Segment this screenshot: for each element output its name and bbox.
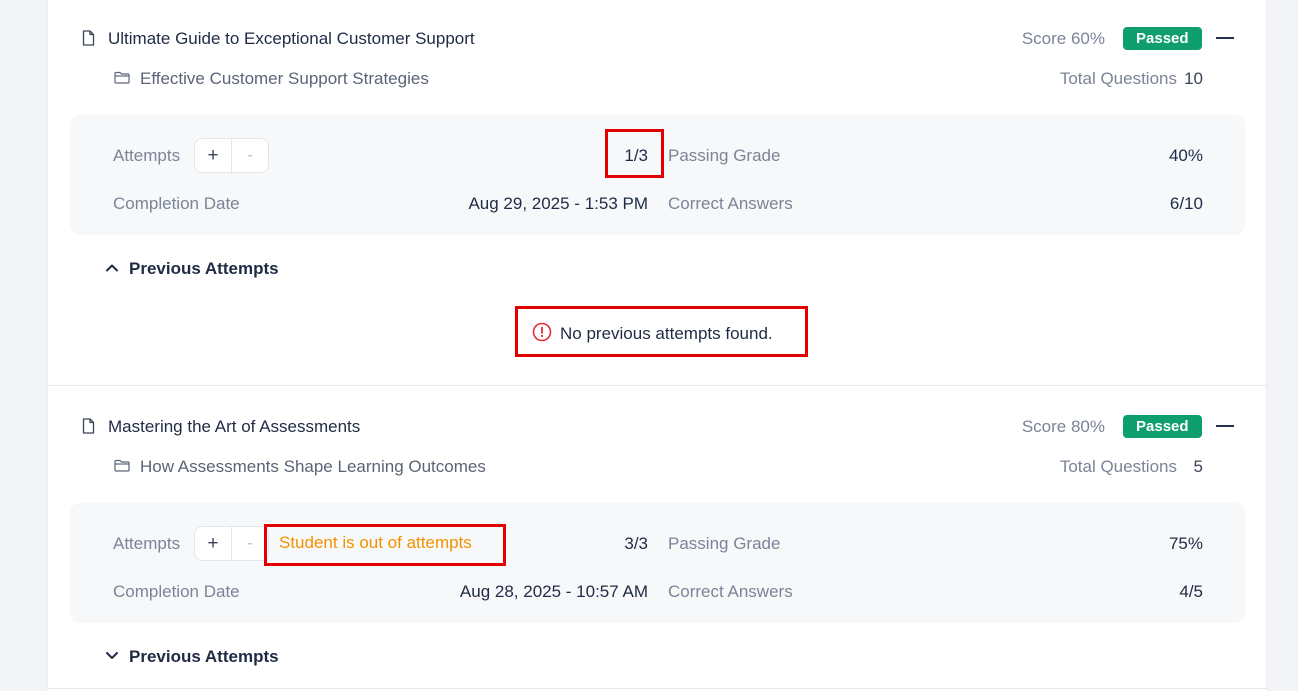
chevron-up-icon <box>106 264 118 272</box>
correct-answers-value: 6/10 <box>1169 194 1203 213</box>
attempts-stepper: + - <box>194 526 269 561</box>
attempts-label: Attempts <box>113 534 181 553</box>
increase-attempts-button[interactable]: + <box>195 527 232 560</box>
attempts-label: Attempts <box>113 146 181 165</box>
quiz-card: Ultimate Guide to Exceptional Customer S… <box>48 0 1268 386</box>
out-of-attempts-warning: Student is out of attempts <box>279 533 472 552</box>
completion-date-value: Aug 29, 2025 - 1:53 PM <box>468 194 648 213</box>
minus-icon[interactable] <box>1216 425 1234 427</box>
quiz-stats: Attempts + - 1/3 Passing Grade 40% Compl… <box>70 115 1245 235</box>
status-badge: Passed <box>1123 27 1202 50</box>
completion-date-label: Completion Date <box>113 194 240 213</box>
decrease-attempts-button[interactable]: - <box>232 139 268 172</box>
lesson-name: How Assessments Shape Learning Outcomes <box>140 457 486 476</box>
total-questions-value: 5 <box>1193 457 1203 476</box>
correct-answers-value: 4/5 <box>1179 582 1203 601</box>
increase-attempts-button[interactable]: + <box>195 139 232 172</box>
document-icon <box>82 418 95 434</box>
quiz-title: Ultimate Guide to Exceptional Customer S… <box>108 29 475 48</box>
chevron-down-icon <box>106 652 118 659</box>
decrease-attempts-button[interactable]: - <box>232 527 268 560</box>
score-label: Score 60% <box>1021 29 1105 48</box>
minus-icon[interactable] <box>1216 37 1234 39</box>
score-label: Score 80% <box>1021 417 1105 436</box>
passing-grade-label: Passing Grade <box>668 146 781 165</box>
correct-answers-label: Correct Answers <box>668 194 793 213</box>
folder-icon <box>114 459 130 472</box>
total-questions-label: Total Questions <box>1059 69 1177 88</box>
quiz-stats: Attempts + - Student is out of attempts … <box>70 503 1245 623</box>
empty-state-message: No previous attempts found. <box>560 324 773 343</box>
quiz-results-panel: Ultimate Guide to Exceptional Customer S… <box>47 0 1268 691</box>
correct-answers-label: Correct Answers <box>668 582 793 601</box>
highlight-box <box>605 129 664 178</box>
total-questions-label: Total Questions <box>1059 457 1177 476</box>
attempts-stepper: + - <box>194 138 269 173</box>
previous-attempts-label: Previous Attempts <box>129 259 279 278</box>
lesson-name: Effective Customer Support Strategies <box>140 69 429 88</box>
status-badge: Passed <box>1123 415 1202 438</box>
quiz-title: Mastering the Art of Assessments <box>108 417 361 436</box>
folder-icon <box>114 71 130 84</box>
completion-date-label: Completion Date <box>113 582 240 601</box>
passing-grade-value: 75% <box>1168 534 1203 553</box>
completion-date-value: Aug 28, 2025 - 10:57 AM <box>459 582 648 601</box>
passing-grade-label: Passing Grade <box>668 534 781 553</box>
quiz-card: Mastering the Art of Assessments Score 8… <box>48 386 1268 689</box>
previous-attempts-label: Previous Attempts <box>129 647 279 666</box>
passing-grade-value: 40% <box>1168 146 1203 165</box>
attempts-value: 3/3 <box>624 534 648 553</box>
alert-circle-icon <box>532 322 552 342</box>
total-questions-value: 10 <box>1184 69 1203 88</box>
document-icon <box>82 30 95 46</box>
